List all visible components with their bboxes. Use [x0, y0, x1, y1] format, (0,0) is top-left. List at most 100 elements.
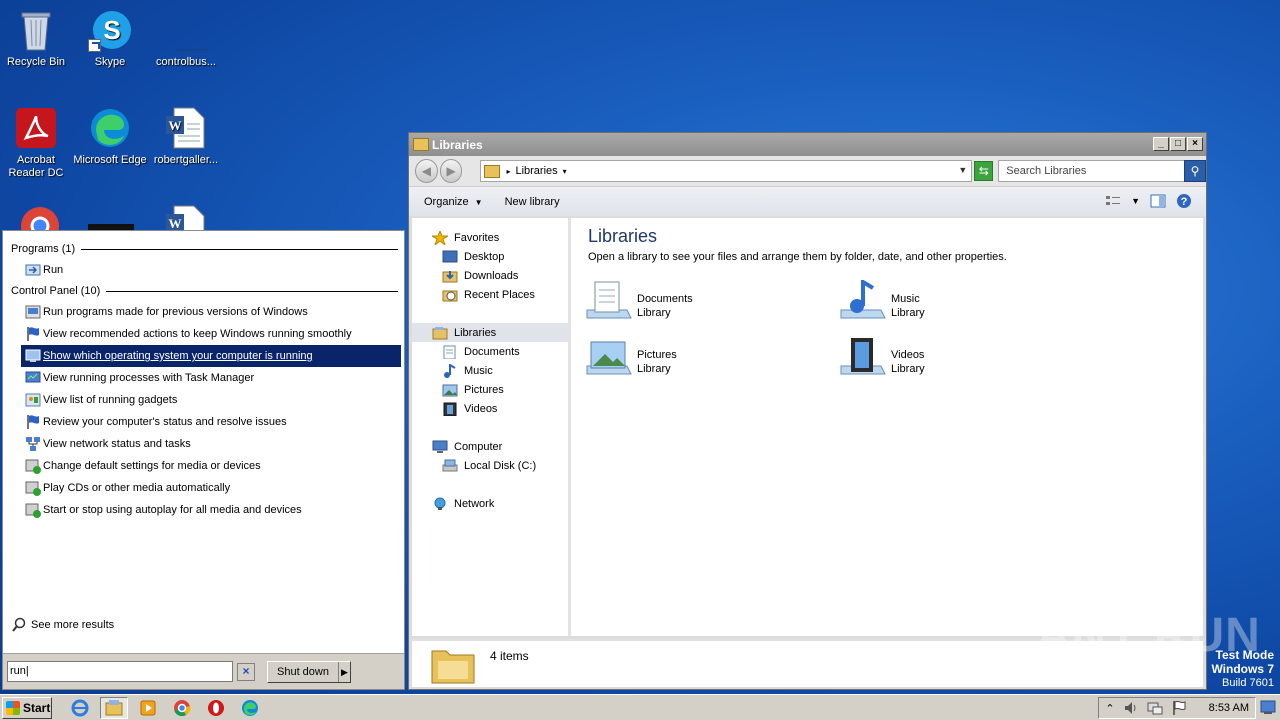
network-status-icon: [26, 437, 40, 451]
address-bar[interactable]: ▸ Libraries ▾ ▼: [480, 160, 973, 182]
desktop-icon-acrobat[interactable]: Acrobat Reader DC: [0, 102, 74, 180]
cp-item-compat[interactable]: Run programs made for previous versions …: [3, 301, 404, 323]
nav-local-disk[interactable]: Local Disk (C:): [412, 456, 568, 475]
window-title: Libraries: [432, 137, 483, 152]
library-type: Library: [891, 307, 925, 319]
back-button[interactable]: ◀: [415, 159, 438, 183]
new-library-button[interactable]: New library: [505, 196, 560, 208]
cp-item-play-cds[interactable]: Play CDs or other media automatically: [3, 477, 404, 499]
volume-icon[interactable]: [1123, 700, 1139, 716]
show-desktop-icon[interactable]: [1260, 699, 1276, 715]
navigation-pane[interactable]: Favorites Desktop Downloads Recent Place…: [412, 218, 571, 636]
library-documents[interactable]: Documents Library: [585, 280, 805, 324]
nav-computer[interactable]: Computer: [412, 437, 568, 456]
desktop-icon: [442, 250, 458, 262]
internet-explorer-icon: [71, 699, 89, 716]
nav-libraries[interactable]: Libraries: [412, 323, 568, 342]
see-more-results-link[interactable]: See more results: [11, 617, 114, 633]
cp-item-status[interactable]: Review your computer's status and resolv…: [3, 411, 404, 433]
explorer-body: Favorites Desktop Downloads Recent Place…: [412, 218, 1203, 636]
skype-icon: S: [88, 8, 132, 52]
cp-item-task-manager[interactable]: View running processes with Task Manager: [3, 367, 404, 389]
network-tray-icon[interactable]: [1147, 700, 1163, 716]
nav-recent-places[interactable]: Recent Places: [412, 285, 568, 304]
cp-item-gadgets[interactable]: View list of running gadgets: [3, 389, 404, 411]
start-menu: Programs (1) Run Control Panel (10) Run …: [2, 230, 405, 690]
word-document-icon: W: [164, 106, 208, 150]
clear-search-icon[interactable]: ×: [237, 662, 255, 681]
autoplay-icon: [25, 459, 41, 474]
taskbar-explorer[interactable]: [100, 696, 128, 719]
content-pane: Libraries Open a library to see your fil…: [571, 218, 1203, 636]
item-count: 4 items: [490, 649, 529, 663]
desktop-icon-word-doc[interactable]: W robertgaller...: [148, 102, 224, 167]
start-button[interactable]: Start: [2, 696, 52, 719]
file-explorer-icon: [105, 699, 123, 715]
minimize-button[interactable]: _: [1153, 137, 1169, 151]
desktop-icon-edge[interactable]: Microsoft Edge: [72, 102, 148, 167]
nav-videos[interactable]: Videos: [412, 399, 568, 418]
action-center-flag-icon[interactable]: [1171, 700, 1187, 716]
search-icon[interactable]: ⚲: [1184, 160, 1206, 182]
taskbar-opera[interactable]: [202, 697, 230, 719]
taskbar-media-player[interactable]: [134, 697, 162, 719]
shutdown-button[interactable]: Shut down: [268, 662, 338, 682]
taskbar: Start ⌃ 8:53 AM: [0, 694, 1280, 720]
content-heading: Libraries: [588, 226, 658, 246]
start-search-input[interactable]: run|: [7, 661, 233, 682]
preview-pane-icon[interactable]: [1150, 193, 1166, 209]
breadcrumb-libraries[interactable]: Libraries: [515, 165, 557, 177]
view-options-icon[interactable]: [1105, 193, 1121, 209]
view-dropdown-icon[interactable]: ▼: [1131, 196, 1140, 206]
library-pictures[interactable]: Pictures Library: [585, 336, 805, 380]
refresh-button[interactable]: ⇆: [974, 161, 994, 181]
nav-favorites[interactable]: Favorites: [412, 228, 568, 247]
maximize-button[interactable]: □: [1170, 137, 1186, 151]
shutdown-options-icon[interactable]: ▶: [338, 661, 350, 682]
cp-item-media-defaults[interactable]: Change default settings for media or dev…: [3, 455, 404, 477]
desktop-icon-skype[interactable]: S Skype: [72, 4, 148, 69]
action-center-flag-icon: [27, 327, 39, 341]
word-desktop-icon-partial: W: [164, 204, 208, 230]
nav-documents[interactable]: Documents: [412, 342, 568, 361]
result-run[interactable]: Run: [3, 259, 404, 281]
desktop-icon-controlbus[interactable]: controlbus...: [148, 4, 224, 69]
taskbar-edge[interactable]: [236, 697, 264, 719]
nav-pictures[interactable]: Pictures: [412, 380, 568, 399]
cp-item-recommended[interactable]: View recommended actions to keep Windows…: [3, 323, 404, 345]
breadcrumb-separator-icon[interactable]: ▸: [506, 167, 510, 176]
explorer-window: Libraries _ □ × ◀ ▶ ▸ Libraries ▾ ▼ ⇆ Se…: [408, 132, 1207, 690]
help-icon[interactable]: ?: [1176, 193, 1192, 209]
forward-button[interactable]: ▶: [439, 159, 463, 183]
windows-logo-icon: [6, 700, 20, 715]
taskbar-chrome[interactable]: [168, 697, 196, 719]
clock[interactable]: 8:53 AM: [1209, 702, 1249, 714]
system-monitor-icon: [25, 349, 41, 362]
library-music[interactable]: Music Library: [839, 280, 1059, 324]
acrobat-icon: [14, 106, 58, 150]
breadcrumb-dropdown-icon[interactable]: ▾: [563, 167, 567, 176]
nav-desktop[interactable]: Desktop: [412, 247, 568, 266]
title-bar[interactable]: Libraries _ □ ×: [409, 133, 1206, 156]
compatibility-icon: [25, 305, 41, 319]
organize-button[interactable]: Organize ▼: [424, 196, 483, 208]
nav-downloads[interactable]: Downloads: [412, 266, 568, 285]
nav-music[interactable]: Music: [412, 361, 568, 380]
taskbar-ie[interactable]: [66, 697, 94, 719]
cp-item-os-info[interactable]: Show which operating system your compute…: [21, 345, 401, 367]
library-videos[interactable]: Videos Library: [839, 336, 1059, 380]
cp-item-autoplay[interactable]: Start or stop using autoplay for all med…: [3, 499, 404, 521]
music-library-icon: [840, 280, 886, 319]
star-icon: [432, 230, 448, 245]
desktop-icon-label: Recycle Bin: [6, 56, 66, 68]
nav-network[interactable]: Network: [412, 494, 568, 513]
close-button[interactable]: ×: [1187, 137, 1203, 151]
shortcut-arrow-icon: [88, 39, 101, 52]
edge-icon: [242, 699, 258, 716]
show-hidden-icons-icon[interactable]: ⌃: [1105, 702, 1114, 715]
cp-item-network[interactable]: View network status and tasks: [3, 433, 404, 455]
search-input[interactable]: Search Libraries ⚲: [998, 160, 1206, 182]
address-history-dropdown-icon[interactable]: ▼: [958, 165, 967, 175]
recycle-bin-icon: [14, 8, 58, 52]
desktop-icon-recycle-bin[interactable]: Recycle Bin: [0, 4, 74, 69]
